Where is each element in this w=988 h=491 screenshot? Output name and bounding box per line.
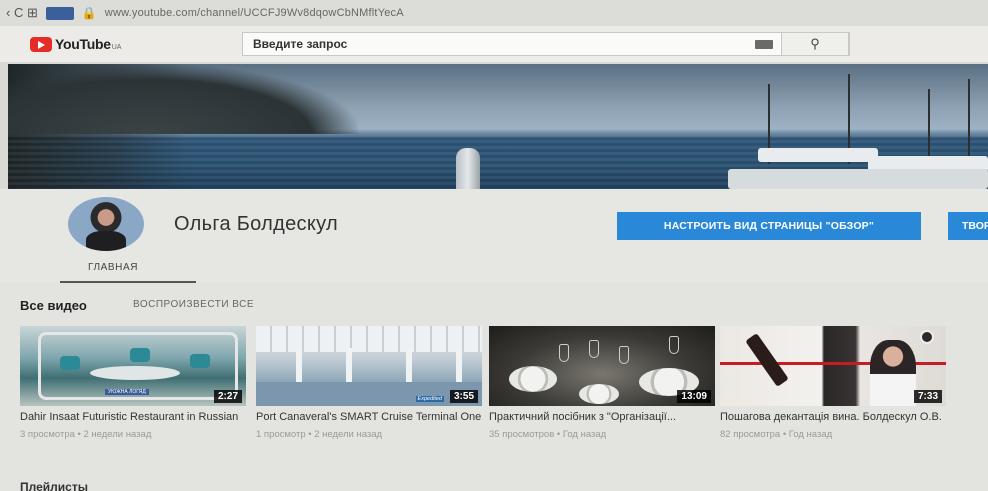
video-card[interactable]: 7:33 Пошагова декантація вина. Болдескул… bbox=[720, 326, 946, 440]
creator-studio-button[interactable]: ТВОРЧЕСКАЯ СТУДИЯ bbox=[948, 212, 988, 240]
lock-icon: 🔒 bbox=[81, 6, 97, 20]
video-meta: 3 просмотра • 2 недели назад bbox=[20, 429, 152, 440]
region-code: UA bbox=[111, 44, 122, 51]
customize-overview-button[interactable]: НАСТРОИТЬ ВИД СТРАНИЦЫ "ОБЗОР" bbox=[617, 212, 921, 240]
playlists-section-title[interactable]: Плейлисты bbox=[20, 480, 88, 491]
browser-nav-icons[interactable]: ‹ C ⊞ bbox=[6, 5, 38, 21]
tab-home[interactable]: ГЛАВНАЯ bbox=[88, 262, 138, 273]
video-title[interactable]: Dahir Insaat Futuristic Restaurant in Ru… bbox=[20, 411, 246, 424]
youtube-logo[interactable]: YouTube UA bbox=[30, 36, 230, 52]
search-button[interactable]: ⚲ bbox=[781, 32, 849, 56]
youtube-masthead: YouTube UA ⚲ bbox=[0, 26, 988, 62]
browser-toolbar: ‹ C ⊞ 🔒 www.youtube.com/channel/UCCFJ9Wv… bbox=[0, 0, 988, 26]
youtube-brand: YouTube bbox=[55, 36, 111, 52]
youtube-play-icon bbox=[30, 36, 52, 52]
video-title[interactable]: Port Canaveral's SMART Cruise Terminal O… bbox=[256, 411, 482, 424]
video-duration: 2:27 bbox=[213, 390, 242, 403]
channel-name: Ольга Болдескул bbox=[174, 213, 338, 235]
banner-boats bbox=[728, 74, 988, 189]
banner-mooring-post bbox=[456, 148, 480, 189]
video-card[interactable]: УЮЖНА ЛОГЯД 2:27 Dahir Insaat Futuristic… bbox=[20, 326, 246, 440]
video-meta: 1 просмотр • 2 недели назад bbox=[256, 429, 383, 440]
channel-avatar[interactable] bbox=[68, 197, 144, 251]
video-card[interactable]: 13:09 Практичний посібник з "Організації… bbox=[489, 326, 715, 440]
channel-banner bbox=[8, 64, 988, 189]
thumbnail-caption: УЮЖНА ЛОГЯД bbox=[105, 389, 149, 395]
security-badge bbox=[45, 6, 74, 20]
video-thumbnail[interactable]: УЮЖНА ЛОГЯД 2:27 bbox=[20, 326, 246, 406]
search-icon: ⚲ bbox=[810, 36, 820, 51]
video-thumbnail[interactable]: 7:33 bbox=[720, 326, 946, 406]
video-title[interactable]: Практичний посібник з "Організації... bbox=[489, 411, 715, 424]
thumbnail-caption: Expedited bbox=[415, 396, 444, 402]
section-title[interactable]: Все видео bbox=[20, 298, 87, 313]
banner-cliff bbox=[8, 64, 358, 134]
search-input[interactable] bbox=[243, 37, 783, 51]
address-bar-url[interactable]: www.youtube.com/channel/UCCFJ9Wv8dqowCbN… bbox=[105, 7, 404, 19]
video-card[interactable]: Expedited 3:55 Port Canaveral's SMART Cr… bbox=[256, 326, 482, 440]
video-meta: 82 просмотра • Год назад bbox=[720, 429, 833, 440]
video-title[interactable]: Пошагова декантація вина. Болдескул О.В. bbox=[720, 411, 946, 424]
play-all-button[interactable]: ВОСПРОИЗВЕСТИ ВСЕ bbox=[133, 299, 254, 310]
video-duration: 13:09 bbox=[677, 390, 711, 403]
video-thumbnail[interactable]: Expedited 3:55 bbox=[256, 326, 482, 406]
search-box: ⚲ bbox=[242, 32, 850, 56]
video-meta: 35 просмотров • Год назад bbox=[489, 429, 607, 440]
video-duration: 7:33 bbox=[913, 390, 942, 403]
keyboard-icon[interactable] bbox=[755, 40, 773, 49]
video-duration: 3:55 bbox=[449, 390, 478, 403]
video-thumbnail[interactable]: 13:09 bbox=[489, 326, 715, 406]
